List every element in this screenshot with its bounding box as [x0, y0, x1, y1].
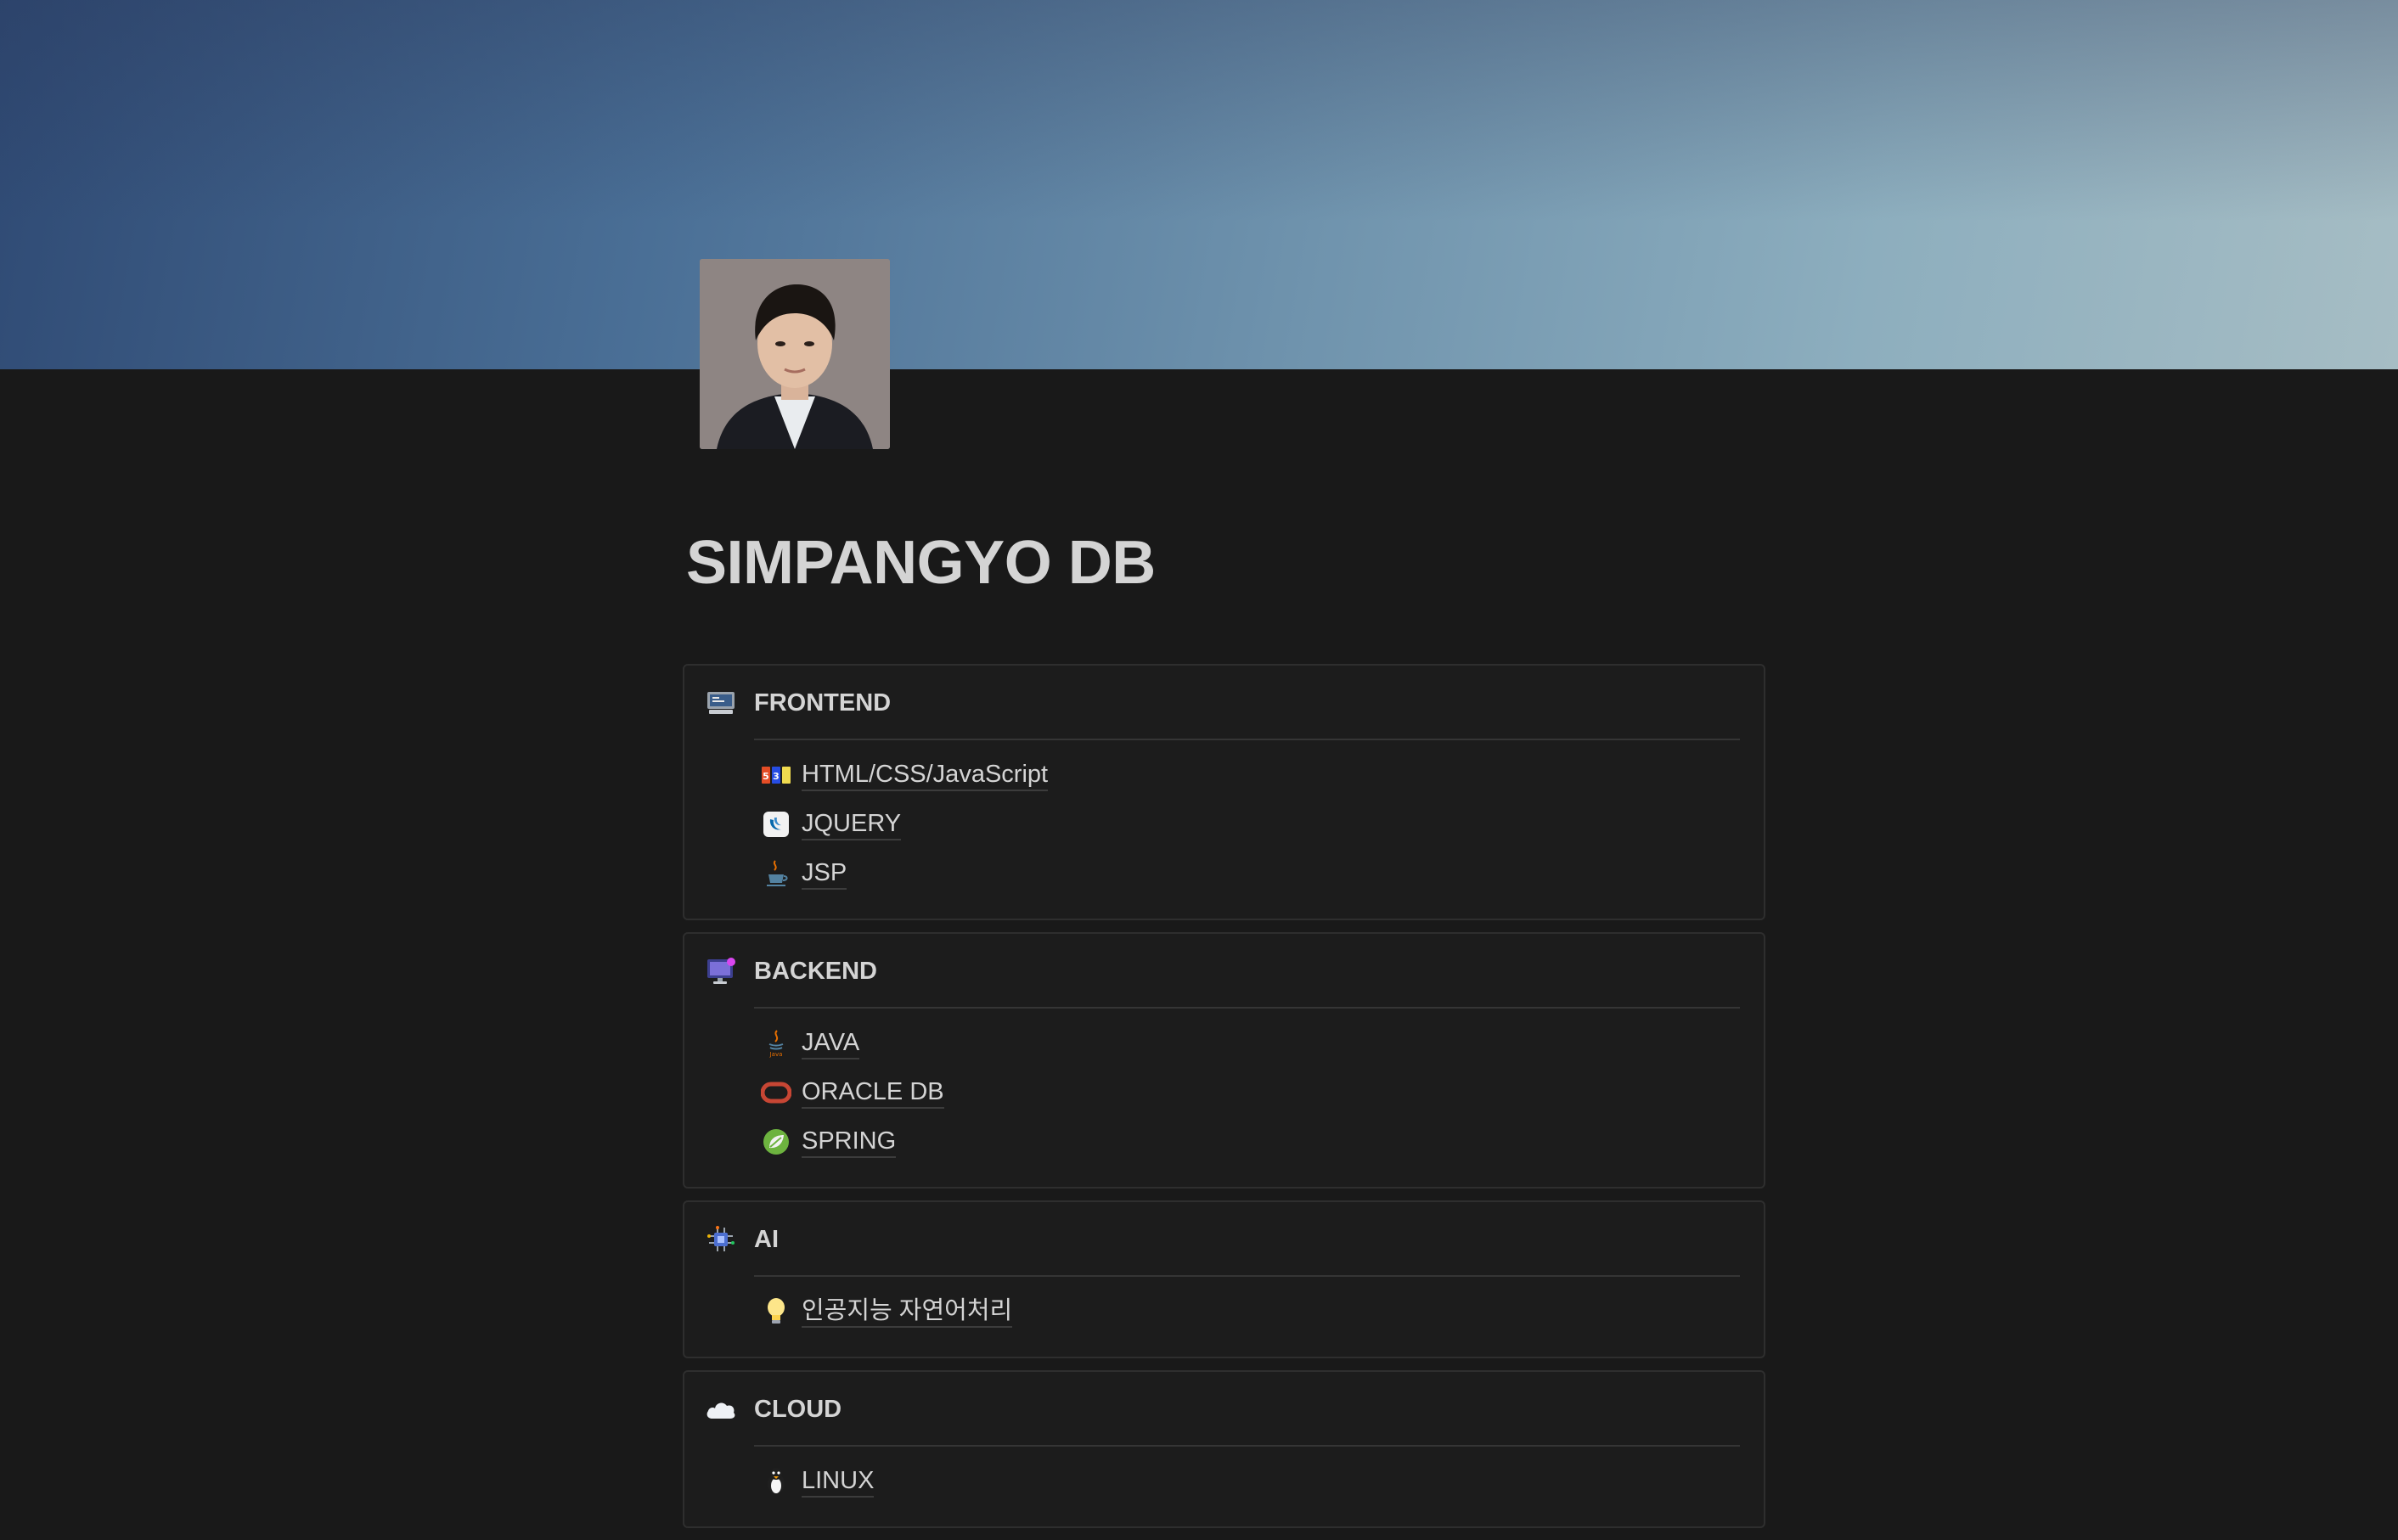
item-label[interactable]: JSP — [802, 857, 847, 890]
item-label[interactable]: JQUERY — [802, 808, 902, 840]
callout-title: AI — [754, 1202, 1740, 1277]
spring-leaf-icon — [761, 1127, 791, 1157]
page-title: SIMPANGYO DB — [686, 529, 1156, 597]
html-css-js-icon: 5 3 — [761, 760, 791, 790]
page-content: FRONTEND 5 3 HTML/CSS/JavaScript JQUERY … — [683, 664, 1765, 1540]
item-list: 5 3 HTML/CSS/JavaScript JQUERY JSP — [705, 740, 1740, 898]
computer-icon — [705, 687, 737, 719]
list-item[interactable]: JQUERY — [761, 800, 1740, 849]
svg-text:3: 3 — [773, 771, 780, 782]
lightbulb-icon — [761, 1296, 791, 1327]
chip-icon — [705, 1223, 737, 1256]
callout-title: BACKEND — [754, 934, 1740, 1009]
item-label[interactable]: JAVA — [802, 1027, 860, 1059]
monitor-icon — [705, 955, 737, 987]
list-item[interactable]: 인공지능 자연어처리 — [761, 1287, 1740, 1336]
callout-header: CLOUD — [705, 1372, 1740, 1447]
callout-header: FRONTEND — [705, 666, 1740, 740]
svg-text:5: 5 — [763, 771, 769, 782]
callout-ai: AI 인공지능 자연어처리 — [683, 1200, 1765, 1358]
oracle-icon — [761, 1077, 791, 1108]
profile-photo-image — [700, 259, 890, 449]
item-label[interactable]: ORACLE DB — [802, 1076, 944, 1109]
profile-photo[interactable] — [700, 259, 890, 449]
list-item[interactable]: SPRING — [761, 1117, 1740, 1166]
item-label[interactable]: 인공지능 자연어처리 — [802, 1296, 1013, 1328]
item-label[interactable]: LINUX — [802, 1465, 875, 1498]
callout-cloud: CLOUD LINUX — [683, 1370, 1765, 1528]
item-list: LINUX — [705, 1447, 1740, 1506]
jquery-icon — [761, 809, 791, 840]
list-item[interactable]: JSP — [761, 849, 1740, 898]
item-list: 인공지능 자연어처리 — [705, 1277, 1740, 1336]
java-icon: Java — [761, 1028, 791, 1059]
cloud-icon — [705, 1393, 737, 1425]
penguin-icon — [761, 1466, 791, 1497]
callout-header: AI — [705, 1202, 1740, 1277]
list-item[interactable]: 5 3 HTML/CSS/JavaScript — [761, 750, 1740, 800]
item-label[interactable]: HTML/CSS/JavaScript — [802, 759, 1049, 791]
svg-text:Java: Java — [769, 1051, 783, 1058]
item-list: Java JAVA ORACLE DB SPRING — [705, 1009, 1740, 1166]
java-cup-icon — [761, 858, 791, 889]
list-item[interactable]: LINUX — [761, 1457, 1740, 1506]
callout-frontend: FRONTEND 5 3 HTML/CSS/JavaScript JQUERY … — [683, 664, 1765, 920]
cover-banner — [0, 0, 2398, 369]
callout-backend: BACKEND Java JAVA ORACLE DB SPRING — [683, 932, 1765, 1189]
callout-title: FRONTEND — [754, 666, 1740, 740]
item-label[interactable]: SPRING — [802, 1126, 897, 1158]
callout-title: CLOUD — [754, 1372, 1740, 1447]
list-item[interactable]: Java JAVA — [761, 1019, 1740, 1068]
list-item[interactable]: ORACLE DB — [761, 1068, 1740, 1117]
callout-header: BACKEND — [705, 934, 1740, 1009]
